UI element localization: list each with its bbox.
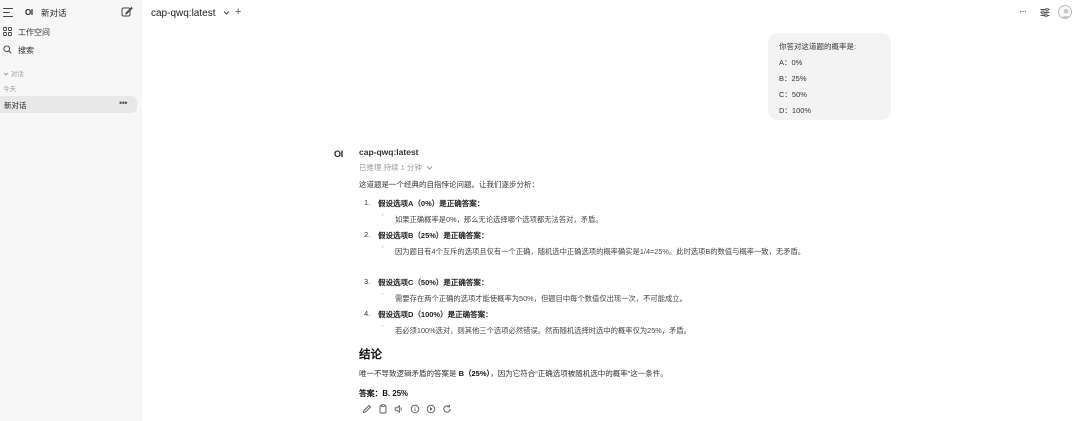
chat-item-title: 新对话 [4, 101, 27, 110]
final-answer: 答案：B. 25% [359, 389, 408, 398]
chevron-down-icon [426, 166, 433, 170]
list-detail-text: 因为题目有4个互斥的选项且仅有一个正确，随机选中正确选项的概率确实是1/4=25… [395, 247, 806, 256]
list-heading: 假设选项D（100%）是正确答案： [378, 310, 493, 319]
plus-icon[interactable]: + [235, 6, 241, 18]
model-selector[interactable]: cap-qwq:latest [151, 8, 215, 19]
continue-icon[interactable] [426, 404, 436, 414]
chevron-down-icon [3, 72, 9, 76]
sidebar-item-label: 工作空间 [18, 28, 50, 37]
list-heading: 假设选项A（0%）是正确答案： [378, 199, 485, 208]
list-heading: 假设选项C（50%）是正确答案： [378, 278, 489, 287]
reasoning-label: 已推理 持续 1 分钟 [359, 163, 422, 172]
copy-icon[interactable] [378, 404, 388, 414]
sidebar-item-label: 搜索 [18, 46, 34, 55]
search-icon [3, 45, 12, 54]
chat-item-selected[interactable]: 新对话 ••• [0, 96, 137, 113]
list-detail-text: 需要存在两个正确的选项才能使概率为50%，但题目中每个数值仅出现一次，不可能成立… [395, 294, 687, 303]
conclusion-text: 唯一不导致逻辑矛盾的答案是 B（25%），因为它符合“正确选项被随机选中的概率”… [359, 369, 668, 378]
list-detail-text: 若必须100%选对，则其他三个选项必然错误。然而随机选择时选中的概率仅为25%，… [395, 326, 691, 335]
info-icon[interactable] [410, 404, 420, 414]
tune-icon[interactable] [1040, 8, 1050, 17]
user-message-line: C：50% [779, 90, 807, 99]
sidebar-header: OI 新对话 [0, 0, 142, 26]
list-number: 2. [364, 230, 371, 239]
user-message-bubble: 你答对这道题的概率是: A：0% B：25% C：50% D：100% [768, 33, 891, 120]
user-message-line: D：100% [779, 106, 812, 115]
reasoning-toggle[interactable]: 已推理 持续 1 分钟 [359, 162, 433, 173]
regenerate-icon[interactable] [442, 404, 452, 414]
user-message-line: A：0% [779, 58, 803, 67]
user-message-line: B：25% [779, 74, 807, 83]
sidebar: OI 新对话 工作空间 搜索 对话 今天 新对话 ••• [0, 0, 142, 421]
new-chat-link[interactable]: 新对话 [41, 7, 67, 19]
conclusion-heading: 结论 [359, 349, 382, 361]
section-label: 对话 [10, 71, 24, 78]
list-number: 1. [364, 198, 371, 207]
assistant-avatar: OI [334, 149, 343, 159]
avatar-icon[interactable] [1058, 5, 1072, 19]
answer-intro: 这道题是一个经典的自指悖论问题。让我们逐步分析： [359, 180, 539, 189]
list-detail-text: 如果正确概率是0%，那么无论选择哪个选项都无法答对，矛盾。 [395, 215, 603, 224]
more-icon[interactable]: ••• [119, 98, 127, 108]
app-logo: OI [25, 8, 33, 17]
list-heading: 假设选项B（25%）是正确答案： [378, 231, 489, 240]
section-chats[interactable]: 对话 [3, 68, 24, 78]
speaker-icon[interactable] [394, 404, 404, 414]
compose-icon[interactable] [121, 6, 133, 18]
list-number: 4. [364, 309, 371, 318]
workspace-grid-icon [3, 27, 12, 36]
chevron-down-icon[interactable] [223, 10, 230, 16]
edit-icon[interactable] [362, 404, 372, 414]
assistant-name: cap-qwq:latest [359, 147, 419, 157]
menu-icon[interactable] [3, 8, 13, 18]
date-group-label: 今天 [3, 86, 16, 93]
more-icon[interactable]: ··· [1019, 6, 1027, 17]
user-message-line: 你答对这道题的概率是: [779, 42, 857, 51]
list-number: 3. [364, 277, 371, 286]
